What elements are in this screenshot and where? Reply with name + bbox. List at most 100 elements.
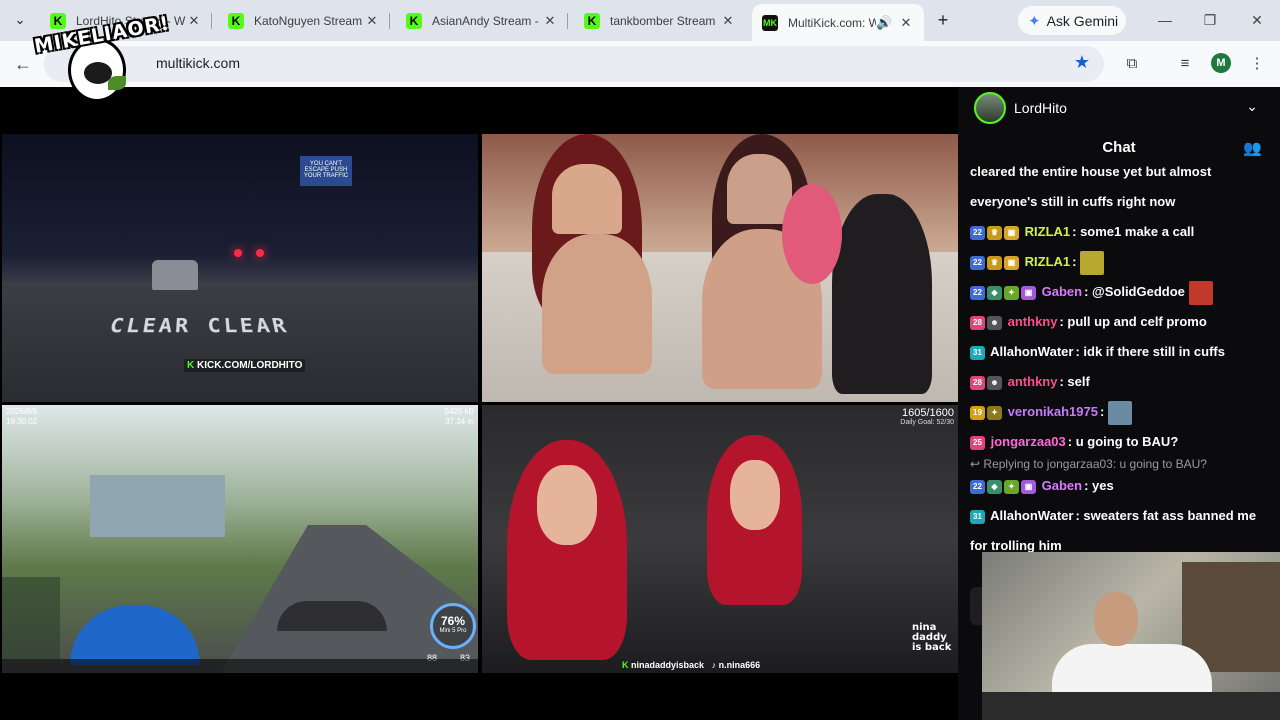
tab-search-button[interactable]: ⌄: [8, 9, 32, 31]
streamer-name: LordHito: [1014, 100, 1067, 116]
kick-handle: ninadaddyisback: [631, 660, 705, 670]
stream-brand: nina daddy is back: [912, 622, 952, 653]
helm-icon: ◆: [987, 479, 1002, 494]
chat-message: everyone's still in cuffs right now: [970, 187, 1270, 217]
kick-icon: K: [622, 660, 629, 670]
close-icon[interactable]: ✕: [364, 13, 380, 29]
leaf-icon: [108, 76, 126, 90]
person-face: [537, 465, 597, 545]
profile-avatar[interactable]: M: [1211, 53, 1231, 73]
close-icon[interactable]: ✕: [898, 15, 914, 31]
person-face: [730, 460, 780, 530]
kick-icon: K: [228, 12, 244, 29]
kick-icon: K: [406, 12, 422, 29]
streamer-watermark-logo: MIKELIAOR!: [32, 12, 172, 107]
chat-username[interactable]: anthkny: [1008, 374, 1058, 389]
chat-username[interactable]: AllahonWater: [990, 508, 1073, 523]
chat-message: 31 AllahonWater: idk if there still in c…: [970, 337, 1270, 367]
ask-gemini-button[interactable]: ✦ Ask Gemini: [1018, 6, 1126, 35]
tab-5-active[interactable]: MK MultiKick.com: W 🔊 ✕: [752, 4, 924, 41]
star-icon: ✦: [1004, 479, 1019, 494]
browser-toolbar: ← multikick.com ★ ⧉ ≡ M ⋮: [0, 41, 1280, 87]
gemini-label: Ask Gemini: [1046, 12, 1119, 29]
media-controls-icon[interactable]: ≡: [1173, 52, 1197, 76]
hand-fan: [782, 184, 842, 284]
chat-username[interactable]: RIZLA1: [1025, 224, 1071, 239]
chat-username[interactable]: AllahonWater: [990, 344, 1073, 359]
sub-badge-icon: 28: [970, 315, 985, 330]
crown-icon: ♛: [987, 255, 1002, 270]
sub-badge-icon: 31: [970, 345, 985, 360]
battery-percent: 76%: [440, 614, 466, 628]
sub-badge-icon: 22: [970, 225, 985, 240]
tab-2[interactable]: K KatoNguyen Stream ✕: [218, 6, 390, 35]
close-icon[interactable]: ✕: [720, 13, 736, 29]
umbrella: [70, 605, 200, 665]
chat-username[interactable]: Gaben: [1042, 478, 1082, 493]
billboard: YOU CAN'T ESCAPE PUSH YOUR TRAFFIC: [300, 156, 352, 186]
gift-icon: ▣: [1021, 285, 1036, 300]
road: [2, 282, 478, 402]
kick-icon: K: [187, 360, 195, 371]
face-icon: ☻: [987, 315, 1002, 330]
users-icon[interactable]: 👥: [1243, 139, 1262, 157]
emote-image: [1188, 280, 1213, 305]
new-tab-button[interactable]: +: [931, 9, 955, 31]
chat-message: 28 ☻ anthkny: pull up and celf promo: [970, 307, 1270, 337]
chat-channel-header[interactable]: LordHito ⌄: [958, 87, 1280, 129]
speaker-icon[interactable]: 🔊: [876, 15, 892, 31]
chat-username[interactable]: RIZLA1: [1025, 254, 1071, 269]
stream-tile-3[interactable]: 2026/8/6 19:30:02 5425 kB 37.34 m 76% Mi…: [2, 405, 478, 673]
extensions-icon[interactable]: ⧉: [1120, 52, 1144, 76]
star-icon: ✦: [1004, 285, 1019, 300]
close-window-button[interactable]: ✕: [1245, 9, 1269, 31]
tab-4[interactable]: K tankbomber Stream ✕: [574, 6, 746, 35]
reply-user: jongarzaa03: [1046, 457, 1113, 471]
chat-message: 19 ✦ veronikah1975:: [970, 397, 1270, 427]
social-handles: K ninadaddyisback ♪ n.nina666: [622, 660, 760, 670]
shed: [90, 475, 225, 537]
bookmark-star-icon[interactable]: ★: [1074, 52, 1090, 73]
face-icon: ☻: [987, 375, 1002, 390]
message-text: @SolidGeddoe: [1092, 284, 1185, 299]
goal-sub: Daily Goal: 52/30: [900, 419, 954, 426]
close-icon[interactable]: ✕: [542, 13, 558, 29]
message-text: yes: [1092, 478, 1114, 493]
chat-username[interactable]: veronikah1975: [1008, 404, 1098, 419]
chat-username[interactable]: anthkny: [1008, 314, 1058, 329]
message-text: pull up and celf promo: [1067, 314, 1207, 329]
close-icon[interactable]: ✕: [186, 13, 202, 29]
tab-separator: [389, 13, 390, 29]
chat-username[interactable]: jongarzaa03: [991, 434, 1066, 449]
person-head: [1094, 592, 1138, 646]
restore-button[interactable]: ❐: [1198, 9, 1222, 31]
road: [221, 525, 478, 673]
stream-chat-overlay: [2, 577, 60, 659]
tab-3[interactable]: K AsianAndy Stream - ✕: [396, 6, 568, 35]
traffic-light: [234, 249, 242, 257]
message-text: cleared the entire house yet but almost: [970, 164, 1212, 179]
stream-tile-2[interactable]: [482, 134, 958, 402]
tab-strip: ⌄ K LordHito Stream - W ✕ K KatoNguyen S…: [0, 0, 1280, 41]
stream-tile-lordhito[interactable]: YOU CAN'T ESCAPE PUSH YOUR TRAFFIC CLEAR…: [2, 134, 478, 402]
chat-username[interactable]: Gaben: [1042, 284, 1082, 299]
reply-arrow-icon: ↩: [970, 457, 981, 471]
daily-goal: 1605/1600 Daily Goal: 52/30: [900, 407, 954, 426]
stream-tile-4[interactable]: 1605/1600 Daily Goal: 52/30 K ninadaddyi…: [482, 405, 958, 673]
chat-message: 22 ◆ ✦ ▣ Gaben: yes: [970, 471, 1270, 501]
reply-context: ↩ Replying to jongarzaa03: u going to BA…: [970, 457, 1207, 471]
minimize-button[interactable]: —: [1153, 9, 1177, 31]
message-text: sweaters fat ass banned me: [1083, 508, 1257, 523]
tab-title: AsianAndy Stream -: [432, 13, 539, 28]
person-face: [552, 164, 622, 234]
road-marking-text: CLEAR CLEAR: [107, 316, 292, 338]
menu-kebab-icon[interactable]: ⋮: [1245, 52, 1269, 76]
chat-messages: cleared the entire house yet but almost …: [970, 164, 1270, 561]
address-bar[interactable]: multikick.com ★: [44, 46, 1104, 82]
tiktok-handle: n.nina666: [718, 660, 761, 670]
hud-date: 2026/8/6: [6, 407, 38, 416]
chevron-down-icon[interactable]: ⌄: [1246, 98, 1258, 115]
chat-message: 22 ♛ ▣ RIZLA1:: [970, 247, 1270, 277]
gemini-sparkle-icon: ✦: [1028, 12, 1041, 30]
sub-badge-icon: 22: [970, 479, 985, 494]
